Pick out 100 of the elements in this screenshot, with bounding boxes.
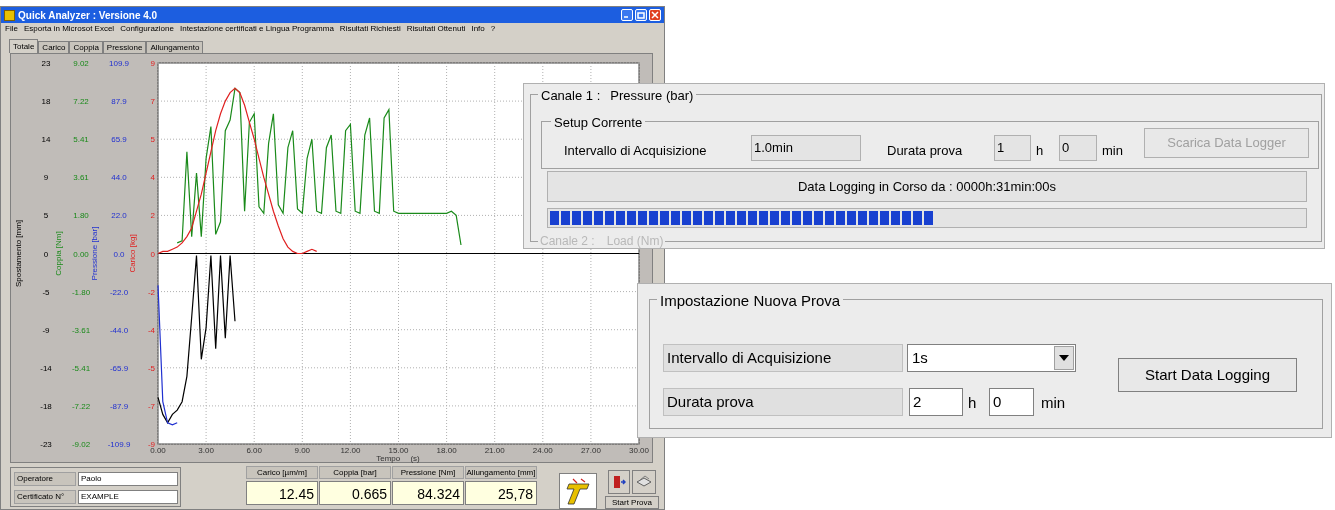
tick-label: 12.00 <box>340 446 361 455</box>
tick-label: 18 <box>41 97 51 107</box>
exit-button[interactable] <box>608 470 630 494</box>
tick-label: 9 <box>43 173 49 183</box>
tick-label: -5 <box>42 287 50 297</box>
tick-label: 9.02 <box>73 59 89 68</box>
tick-label: 7.22 <box>73 97 89 107</box>
tick-label: -7.22 <box>71 401 91 411</box>
tab[interactable]: Totale <box>9 39 39 53</box>
menu-item[interactable]: Configurazione <box>120 25 174 33</box>
readout-label: Pressione [Nm] <box>392 466 464 479</box>
tick-label: -7 <box>147 401 155 411</box>
axis-title: Coppia [Nm] <box>54 231 63 276</box>
close-icon <box>651 11 659 19</box>
axis-title: Spostamento [mm] <box>14 219 23 288</box>
tick-label: -9 <box>147 440 155 449</box>
input-field[interactable]: 0 <box>989 388 1034 416</box>
field-label: Intervallo di Acquisizione <box>663 344 903 372</box>
tick-label: 0 <box>150 249 155 259</box>
readout-value: 12.45 <box>246 481 318 505</box>
tick-label: 7 <box>150 97 155 107</box>
tick-label: 14 <box>41 135 51 145</box>
tick-label: 2 <box>150 211 155 221</box>
print-button[interactable] <box>632 470 656 494</box>
tick-label: 4 <box>150 173 155 183</box>
tick-label: 109.9 <box>109 59 129 68</box>
readout-value: 25,78 <box>465 481 537 505</box>
tab[interactable]: Coppia <box>69 41 103 53</box>
input-field[interactable]: 2 <box>909 388 963 416</box>
maximize-button[interactable] <box>635 9 647 21</box>
tick-label: -87.9 <box>109 401 129 411</box>
menu-item[interactable]: File <box>5 25 18 33</box>
start-logging-button[interactable]: Start Data Logging <box>1118 358 1297 392</box>
window-title: Quick Analyzer : Versione 4.0 <box>18 8 158 23</box>
door-icon <box>612 475 626 489</box>
tick-label: -9.02 <box>71 440 91 449</box>
tick-label: 3.00 <box>198 446 214 455</box>
tick-label: 44.0 <box>111 173 127 183</box>
unit-label: h <box>1036 142 1044 160</box>
tick-label: -3.61 <box>71 325 91 335</box>
tick-label: 5 <box>43 211 49 221</box>
menu-item[interactable]: Risultati Richiesti <box>339 25 401 33</box>
tick-label: 3.61 <box>73 173 89 183</box>
tab[interactable]: Pressione <box>102 41 147 53</box>
value-field: 0 <box>1059 135 1097 161</box>
maximize-icon <box>637 11 645 19</box>
tick-label: 5 <box>150 135 155 145</box>
text-field[interactable]: EXAMPLE <box>78 490 178 504</box>
tick-label: 0.0 <box>113 249 125 259</box>
readout-label: Allungamento [mm] <box>465 466 537 479</box>
tick-label: 27.00 <box>580 446 601 455</box>
axis-title: Pressione [bar] <box>90 226 99 281</box>
tick-label: 5.41 <box>73 135 89 145</box>
tick-label: 9 <box>150 59 155 68</box>
readout-value: 84.324 <box>392 481 464 505</box>
axis-title: Carico [kg] <box>128 234 137 273</box>
tick-label: -9 <box>42 325 50 335</box>
tick-label: 6.00 <box>246 446 262 455</box>
tick-label: -22.0 <box>109 287 129 297</box>
tick-label: 24.00 <box>532 446 553 455</box>
tick-label: -65.9 <box>109 363 129 373</box>
readout-label: Carico [µm/m] <box>246 466 318 479</box>
axis-title: Tempo (s) <box>376 454 420 463</box>
menu-item[interactable]: Info <box>471 25 485 33</box>
tick-label: -1.80 <box>71 287 91 297</box>
tick-label: 1.80 <box>73 211 89 221</box>
status-field: Data Logging in Corso da : 0000h:31min:00s <box>547 171 1307 202</box>
tick-label: -5.41 <box>71 363 91 373</box>
tick-label: -2 <box>147 287 155 297</box>
field-label: Durata prova <box>663 388 903 416</box>
tick-label: -18 <box>40 401 52 411</box>
unit-label: min <box>1102 142 1123 160</box>
tab[interactable]: Carico <box>38 41 70 53</box>
tick-label: -5 <box>147 363 155 373</box>
tick-label: 23 <box>41 59 51 68</box>
tick-label: -4 <box>147 325 155 335</box>
tick-label: 21.00 <box>484 446 505 455</box>
readout-value: 0.665 <box>319 481 391 505</box>
menu-item[interactable]: ? <box>490 25 496 33</box>
tick-label: 0.00 <box>73 249 89 259</box>
tick-label: -44.0 <box>109 325 129 335</box>
menu-item[interactable]: Risultati Ottenuti <box>406 25 466 33</box>
field-label: Intervallo di Acquisizione <box>564 142 707 160</box>
menu-item[interactable]: Intestazione certificati e Lingua Programma <box>179 25 334 33</box>
start-button[interactable]: Start Prova <box>605 496 659 509</box>
tick-label: 0 <box>43 249 49 259</box>
value-field: 1.0min <box>751 135 861 161</box>
menu-item[interactable]: Esporta in Microsot Excel <box>23 25 115 33</box>
tick-label: 9.00 <box>294 446 311 455</box>
close-button[interactable] <box>649 9 661 21</box>
tab[interactable]: Allungamento <box>146 41 204 53</box>
tick-label: 15.00 <box>388 446 409 455</box>
field-label: Certificato N° <box>14 490 76 504</box>
dropdown[interactable]: 1s <box>907 344 1076 372</box>
text-field[interactable]: Paolo <box>78 472 178 486</box>
unit-label: h <box>968 393 977 413</box>
field-label: Durata prova <box>887 142 963 160</box>
minimize-button[interactable] <box>621 9 633 21</box>
tick-label: 0.00 <box>150 446 166 455</box>
tick-label: -14 <box>40 363 52 373</box>
